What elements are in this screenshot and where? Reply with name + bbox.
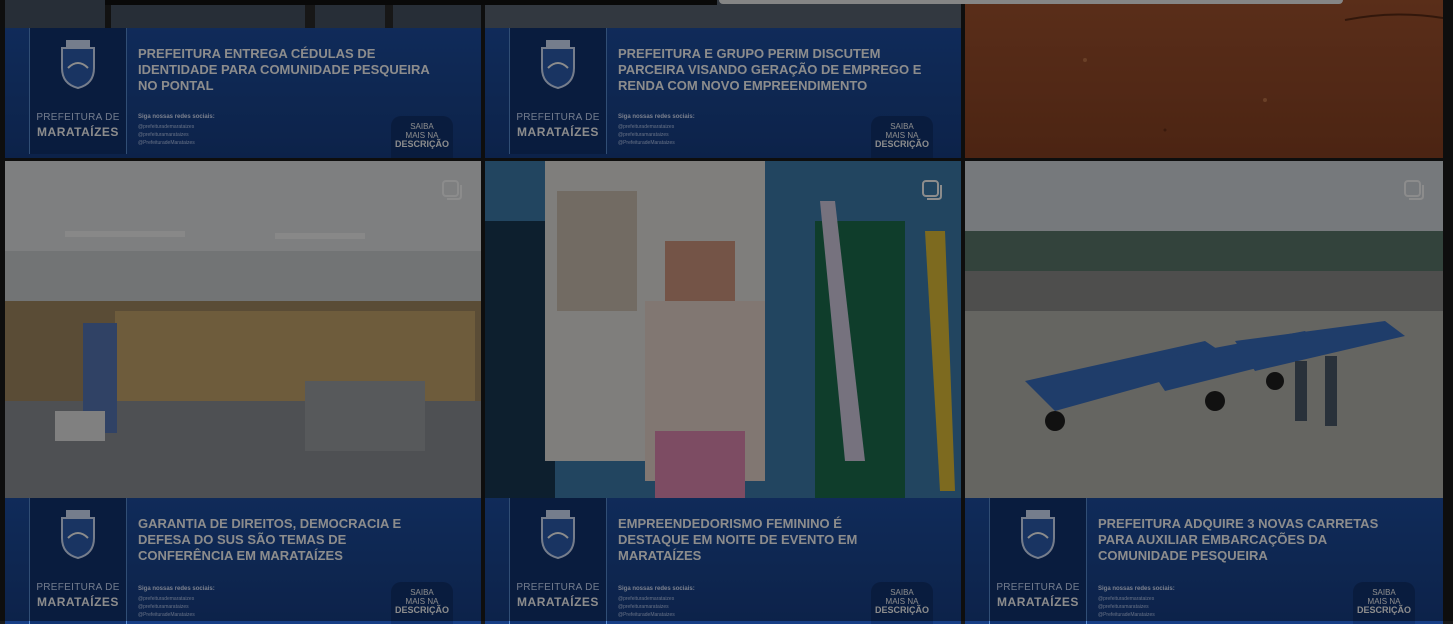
prefeitura-label: PREFEITURA DE xyxy=(36,582,120,593)
post-headline: PREFEITURA ADQUIRE 3 NOVAS CARRETAS PARA… xyxy=(1098,516,1379,563)
saiba-line-1: SAIBA xyxy=(410,588,434,597)
social-youtube: @PrefeituradeMarataizes xyxy=(138,140,195,146)
post-banner: PREFEITURA DE MARATAÍZES GARANTIA DE DIR… xyxy=(5,498,481,624)
social-title: Siga nossas redes sociais: xyxy=(1098,586,1175,592)
saiba-mais-badge: SAIBA MAIS NA DESCRIÇÃO xyxy=(871,116,933,158)
social-title: Siga nossas redes sociais: xyxy=(138,114,215,120)
crest-panel: PREFEITURA DE MARATAÍZES xyxy=(509,498,607,624)
post-headline: PREFEITURA ENTREGA CÉDULAS DE IDENTIDADE… xyxy=(138,46,430,93)
coat-of-arms-icon xyxy=(61,510,95,560)
post-tile-5[interactable]: PREFEITURA DE MARATAÍZES EMPREENDEDORISM… xyxy=(485,161,961,624)
saiba-line-1: SAIBA xyxy=(890,122,914,131)
social-instagram: @prefeiturademarataizes xyxy=(618,124,675,130)
post-tile-4[interactable]: PREFEITURA DE MARATAÍZES GARANTIA DE DIR… xyxy=(5,161,481,624)
social-instagram: @prefeiturademarataizes xyxy=(138,124,195,130)
coat-of-arms-icon xyxy=(61,40,95,90)
crest-panel: PREFEITURA DE MARATAÍZES xyxy=(989,498,1087,624)
saiba-line-1: SAIBA xyxy=(890,588,914,597)
city-name: MARATAÍZES xyxy=(517,125,599,139)
social-title: Siga nossas redes sociais: xyxy=(618,114,695,120)
crest-panel: PREFEITURA DE MARATAÍZES xyxy=(29,28,127,154)
saiba-mais-badge: SAIBA MAIS NA DESCRIÇÃO xyxy=(391,116,453,158)
social-facebook: @prefeituramarataizes xyxy=(618,132,669,138)
social-youtube: @PrefeituradeMarataizes xyxy=(1098,612,1155,618)
social-title: Siga nossas redes sociais: xyxy=(618,586,695,592)
coat-of-arms-icon xyxy=(541,510,575,560)
city-name: MARATAÍZES xyxy=(997,595,1079,609)
post-grid: PREFEITURA DE MARATAÍZES PREFEITURA ENTR… xyxy=(5,0,1443,624)
saiba-line-1: SAIBA xyxy=(1372,588,1396,597)
saiba-mais-badge: SAIBA MAIS NA DESCRIÇÃO xyxy=(1353,582,1415,624)
saiba-mais-badge: SAIBA MAIS NA DESCRIÇÃO xyxy=(391,582,453,624)
prefeitura-label: PREFEITURA DE xyxy=(36,112,120,123)
saiba-line-1: SAIBA xyxy=(410,122,434,131)
saiba-mais-badge: SAIBA MAIS NA DESCRIÇÃO xyxy=(871,582,933,624)
prefeitura-label: PREFEITURA DE xyxy=(996,582,1080,593)
post-headline: PREFEITURA E GRUPO PERIM DISCUTEM PARCEI… xyxy=(618,46,922,93)
social-instagram: @prefeiturademarataizes xyxy=(618,596,675,602)
coat-of-arms-icon xyxy=(1021,510,1055,560)
post-tile-1[interactable]: PREFEITURA DE MARATAÍZES PREFEITURA ENTR… xyxy=(5,0,481,158)
saiba-line-3: DESCRIÇÃO xyxy=(874,139,929,149)
social-youtube: @PrefeituradeMarataizes xyxy=(618,140,675,146)
social-instagram: @prefeiturademarataizes xyxy=(1098,596,1155,602)
post-banner: PREFEITURA DE MARATAÍZES PREFEITURA E GR… xyxy=(485,28,961,158)
post-banner: PREFEITURA DE MARATAÍZES EMPREENDEDORISM… xyxy=(485,498,961,624)
social-youtube: @PrefeituradeMarataizes xyxy=(618,612,675,618)
header-strip xyxy=(105,0,717,5)
social-facebook: @prefeituramarataizes xyxy=(1098,604,1149,610)
post-tile-2[interactable]: PREFEITURA DE MARATAÍZES PREFEITURA E GR… xyxy=(485,0,961,158)
carousel-icon xyxy=(442,180,462,200)
city-name: MARATAÍZES xyxy=(37,595,119,609)
social-instagram: @prefeiturademarataizes xyxy=(138,596,195,602)
social-facebook: @prefeituramarataizes xyxy=(138,604,189,610)
post-headline: GARANTIA DE DIREITOS, DEMOCRACIA E DEFES… xyxy=(138,516,402,563)
social-facebook: @prefeituramarataizes xyxy=(618,604,669,610)
saiba-line-3: DESCRIÇÃO xyxy=(874,605,929,615)
post-tile-3[interactable] xyxy=(965,0,1443,158)
city-name: MARATAÍZES xyxy=(37,125,119,139)
saiba-line-3: DESCRIÇÃO xyxy=(1356,605,1411,615)
prefeitura-label: PREFEITURA DE xyxy=(516,582,600,593)
carousel-icon xyxy=(1404,180,1424,200)
post-headline: EMPREENDEDORISMO FEMININO É DESTAQUE EM … xyxy=(618,516,858,563)
carousel-icon xyxy=(922,180,942,200)
post-tile-6[interactable]: PREFEITURA DE MARATAÍZES PREFEITURA ADQU… xyxy=(965,161,1443,624)
saiba-line-3: DESCRIÇÃO xyxy=(394,605,449,615)
modal-panel-edge xyxy=(719,0,1343,4)
post-banner: PREFEITURA DE MARATAÍZES PREFEITURA ENTR… xyxy=(5,28,481,158)
crest-panel: PREFEITURA DE MARATAÍZES xyxy=(509,28,607,154)
social-facebook: @prefeituramarataizes xyxy=(138,132,189,138)
coat-of-arms-icon xyxy=(541,40,575,90)
social-title: Siga nossas redes sociais: xyxy=(138,586,215,592)
post-photo xyxy=(965,0,1443,158)
crest-panel: PREFEITURA DE MARATAÍZES xyxy=(29,498,127,624)
social-youtube: @PrefeituradeMarataizes xyxy=(138,612,195,618)
post-banner: PREFEITURA DE MARATAÍZES PREFEITURA ADQU… xyxy=(965,498,1443,624)
saiba-line-3: DESCRIÇÃO xyxy=(394,139,449,149)
city-name: MARATAÍZES xyxy=(517,595,599,609)
prefeitura-label: PREFEITURA DE xyxy=(516,112,600,123)
